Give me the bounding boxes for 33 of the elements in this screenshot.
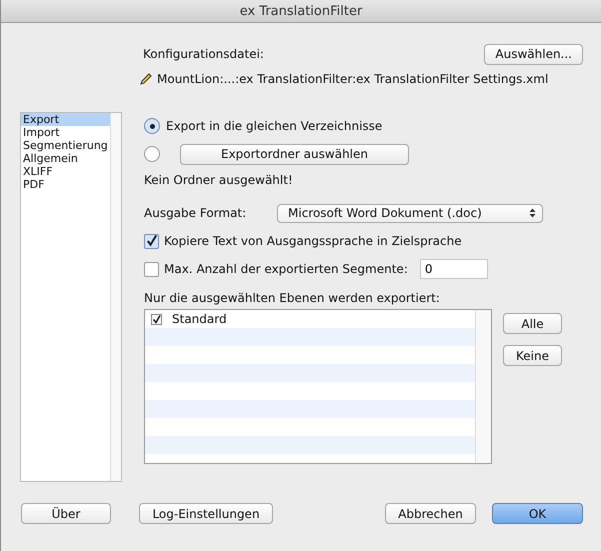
window-title: ex TranslationFilter: [240, 4, 362, 18]
sidebar-item[interactable]: XLIFF: [21, 165, 110, 178]
layer-checkbox[interactable]: [151, 314, 162, 324]
checkbox-label: Max. Anzahl der exportierten Segmente:: [164, 262, 408, 276]
sidebar-item[interactable]: Import: [21, 126, 110, 139]
footer-button[interactable]: Log-Einstellungen: [139, 503, 273, 524]
format-select[interactable]: Microsoft Word Dokument (.doc): [277, 204, 543, 222]
checkbox[interactable]: [144, 234, 159, 248]
updown-arrows-icon: [529, 208, 536, 218]
radio-button[interactable]: [144, 146, 160, 162]
sidebar-item[interactable]: Allgemein: [21, 152, 110, 165]
checkbox-label: Kopiere Text von Ausgangssprache in Zielsprache: [164, 234, 462, 248]
export-folder-button[interactable]: Exportordner auswählen: [180, 144, 409, 164]
format-label: Ausgabe Format:: [144, 206, 248, 220]
dialog-button[interactable]: OK: [492, 503, 583, 524]
sidebar-item[interactable]: Export: [21, 113, 110, 126]
layer-select-button[interactable]: Alle: [503, 313, 562, 334]
radio-label: Export in die gleichen Verzeichnisse: [166, 119, 382, 133]
footer-button[interactable]: Über: [21, 503, 111, 524]
radio-button[interactable]: [144, 118, 160, 134]
layers-label: Nur die ausgewählten Ebenen werden exportiert:: [144, 290, 441, 307]
pencil-icon: [139, 72, 153, 86]
max-segments-field[interactable]: 0: [420, 259, 488, 279]
config-label: Konfigurationsdatei:: [143, 47, 264, 61]
checkbox[interactable]: [144, 262, 159, 276]
config-path: MountLion:...:ex TranslationFilter:ex TranslationFilter Settings.xml: [157, 72, 548, 86]
sidebar-item[interactable]: PDF: [21, 178, 110, 191]
layer-name: Standard: [172, 312, 227, 326]
sidebar-item[interactable]: Segmentierung: [21, 139, 110, 152]
folder-status: Kein Ordner ausgewählt!: [144, 172, 294, 189]
choose-button[interactable]: Auswählen...: [484, 44, 583, 64]
layer-select-button[interactable]: Keine: [503, 345, 562, 366]
dialog-button[interactable]: Abbrechen: [385, 503, 476, 524]
